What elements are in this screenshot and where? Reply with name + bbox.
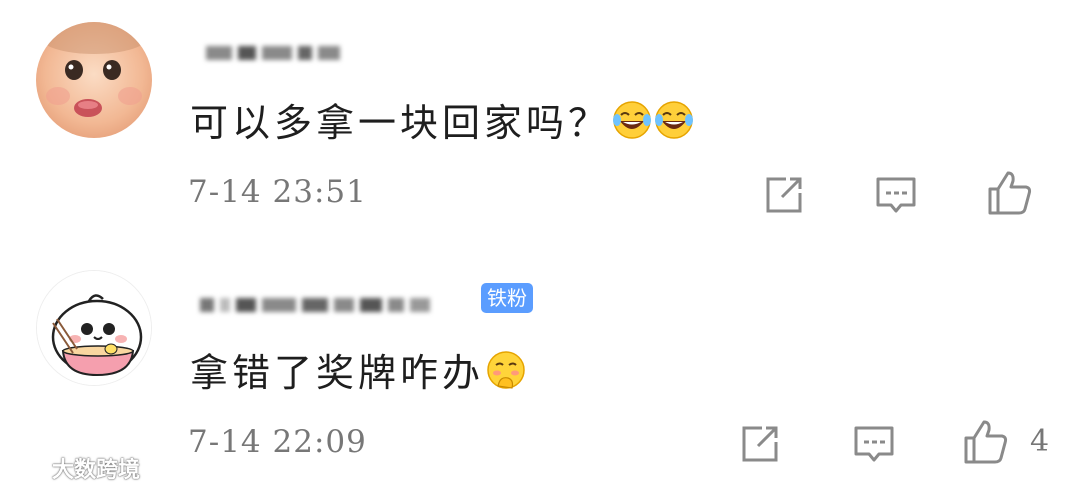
watermark: 大数跨境 — [8, 452, 140, 484]
comment-text-row: 拿错了奖牌咋办 — [190, 342, 526, 397]
user-avatar[interactable] — [36, 22, 152, 138]
baby-face-avatar-image — [36, 22, 152, 138]
reply-button[interactable] — [872, 171, 920, 219]
share-icon — [742, 426, 778, 462]
comment-text-row: 可以多拿一块回家吗？ — [190, 92, 694, 147]
username-blurred[interactable] — [206, 42, 356, 64]
share-button[interactable] — [736, 420, 784, 468]
comment-item: 铁粉 拿错了奖牌咋办 7-14 22:09 4 — [0, 240, 1080, 488]
comment-timestamp: 7-14 22:09 — [188, 424, 367, 460]
watermark-text: 大数跨境 — [52, 458, 141, 483]
comment-icon — [854, 426, 894, 462]
username-blurred[interactable] — [200, 294, 470, 316]
share-button[interactable] — [760, 171, 808, 219]
laugh-cry-emoji — [613, 100, 652, 139]
reply-button[interactable] — [850, 420, 898, 468]
thumbs-up-icon — [988, 171, 1032, 215]
watermark-logo-icon — [8, 459, 48, 477]
laugh-cry-emoji — [655, 100, 694, 139]
comment-text: 可以多拿一块回家吗？ — [190, 101, 611, 145]
comment-list: 可以多拿一块回家吗？ 7-14 23:51 铁粉 拿错了奖牌咋办 7-14 22… — [0, 0, 1080, 488]
comment-item: 可以多拿一块回家吗？ 7-14 23:51 — [0, 0, 1080, 240]
thumbs-up-icon — [964, 420, 1008, 464]
like-count: 4 — [1030, 424, 1050, 459]
cartoon-bun-avatar-image — [37, 271, 151, 385]
share-icon — [766, 177, 802, 213]
comment-icon — [876, 177, 916, 213]
comment-text: 拿错了奖牌咋办 — [190, 351, 485, 395]
like-button[interactable] — [962, 418, 1010, 466]
comment-timestamp: 7-14 23:51 — [188, 174, 367, 210]
user-avatar[interactable] — [36, 270, 152, 386]
like-button[interactable] — [986, 169, 1034, 217]
shy-emoji — [487, 350, 525, 389]
fan-level-badge: 铁粉 — [481, 283, 533, 313]
